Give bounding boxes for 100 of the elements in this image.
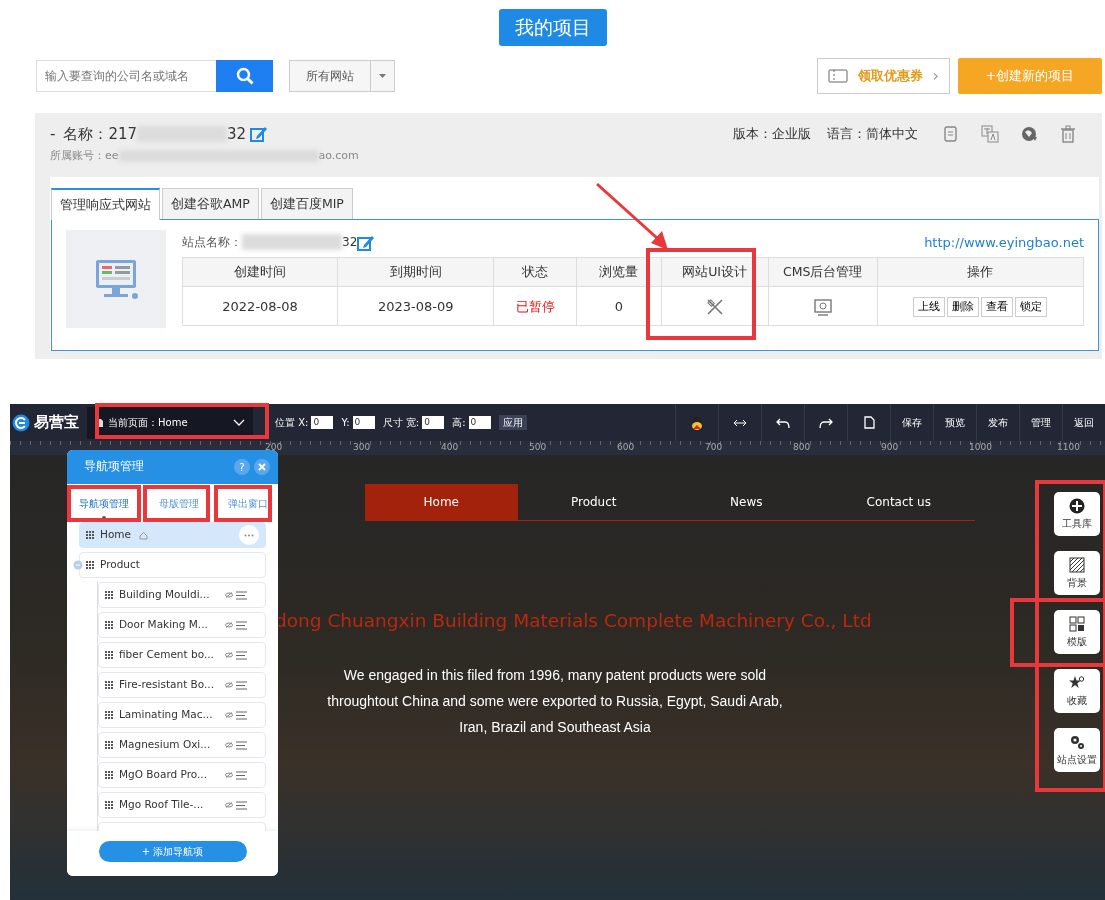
drag-handle-icon[interactable] xyxy=(105,621,113,629)
drag-handle-icon[interactable] xyxy=(105,801,113,809)
status-cell: 已暂停 xyxy=(493,286,577,326)
list-icon[interactable] xyxy=(236,680,247,690)
nav-tree-item[interactable]: Home xyxy=(79,522,266,548)
hidden-eye-icon[interactable] xyxy=(225,682,233,688)
nav-item[interactable]: Product xyxy=(517,484,670,520)
intro-paragraph: We engaged in this filed from 1996, many patent products were sold throughtout China and some were exported to Russia, Egypt, Saudi Arab, Iran, Brazil and Southeast Asia xyxy=(326,666,784,737)
page-title-button[interactable]: 我的项目 xyxy=(498,9,607,46)
drag-handle-icon[interactable] xyxy=(105,591,113,599)
drag-handle-icon[interactable] xyxy=(105,651,113,659)
hidden-eye-icon[interactable] xyxy=(225,622,233,628)
edit-icon[interactable] xyxy=(250,125,269,143)
hidden-eye-icon[interactable] xyxy=(225,742,233,748)
nav-tree-item[interactable]: Fire-resistant Bo... xyxy=(98,672,266,698)
list-icon[interactable] xyxy=(236,800,247,810)
nav-tree-item[interactable]: Mgo Roof Tile-... xyxy=(98,792,266,818)
home-icon xyxy=(139,530,148,540)
list-icon[interactable] xyxy=(236,620,247,630)
action-button[interactable]: 删除 xyxy=(947,296,980,317)
tab[interactable]: 创建百度MIP xyxy=(260,187,353,220)
file-icon[interactable] xyxy=(862,416,876,429)
nav-item-label: Building Mouldi... xyxy=(119,587,210,603)
nav-tree-item[interactable]: Door Making M... xyxy=(98,612,266,638)
hidden-eye-icon[interactable] xyxy=(225,712,233,718)
column-header: 操作 xyxy=(877,257,1084,287)
design-tool-icon[interactable] xyxy=(704,296,725,317)
trash-icon[interactable] xyxy=(1059,124,1077,143)
undo-icon[interactable] xyxy=(776,416,790,429)
nav-item[interactable]: Contact us xyxy=(822,484,975,520)
edit-icon[interactable] xyxy=(357,233,376,251)
hatch-icon xyxy=(1069,556,1085,573)
drag-handle-icon[interactable] xyxy=(105,711,113,719)
list-icon[interactable] xyxy=(236,590,247,600)
number-field[interactable]: 0 xyxy=(422,416,445,429)
action-button[interactable]: 上线 xyxy=(913,296,946,317)
site-url-link[interactable]: http://www.eyingbao.net xyxy=(924,232,1084,252)
nav-tree-item[interactable]: fiber Cement bo... xyxy=(98,642,266,668)
column-header: 浏览量 xyxy=(576,257,661,287)
site-name-label: 站点名称： xyxy=(182,234,242,252)
drag-handle-icon[interactable] xyxy=(86,561,94,569)
account-label: 所属账号：ee xyxy=(50,148,119,164)
list-icon[interactable] xyxy=(236,650,247,660)
tab[interactable]: 管理响应式网站 xyxy=(51,187,160,221)
collapse-toggle-icon[interactable] xyxy=(73,560,83,570)
tool-button[interactable]: 背景 xyxy=(1054,551,1100,595)
nav-item-label: Home xyxy=(100,527,131,543)
tool-button[interactable]: 模版 xyxy=(1054,610,1100,654)
annotation-arrow xyxy=(596,182,668,250)
admin-console-icon[interactable] xyxy=(812,296,833,317)
site-filter-dropdown[interactable]: 所有网站 xyxy=(289,59,395,92)
drag-handle-icon[interactable] xyxy=(105,771,113,779)
hidden-eye-icon[interactable] xyxy=(225,592,233,598)
nav-tree-item[interactable]: Building Mouldi... xyxy=(98,582,266,608)
apply-button[interactable]: 应用 xyxy=(498,415,527,430)
number-field[interactable]: 0 xyxy=(468,416,491,429)
tool-button[interactable]: 收藏 xyxy=(1054,669,1100,713)
search-button[interactable] xyxy=(216,59,273,92)
tool-button[interactable]: 站点设置 xyxy=(1054,728,1100,772)
drag-handle-icon[interactable] xyxy=(105,741,113,749)
close-button[interactable] xyxy=(254,459,270,475)
number-field[interactable]: 0 xyxy=(352,416,375,429)
ruler-label: 300 xyxy=(353,441,371,454)
nav-item-label: Magnesium Oxi... xyxy=(119,737,211,753)
nav-item[interactable]: Home xyxy=(365,484,518,520)
drag-handle-icon[interactable] xyxy=(105,681,113,689)
tab[interactable]: 创建谷歌AMP xyxy=(162,187,259,220)
field-label: 尺寸 宽: xyxy=(382,416,420,430)
list-icon[interactable] xyxy=(236,740,247,750)
action-button[interactable]: 查看 xyxy=(981,296,1014,317)
redo-icon[interactable] xyxy=(819,416,833,429)
tool-button[interactable]: 工具库 xyxy=(1054,492,1100,536)
penguin-icon[interactable] xyxy=(690,415,704,430)
drag-handle-icon[interactable] xyxy=(86,531,94,539)
number-field[interactable]: 0 xyxy=(311,416,334,429)
ruler-label: 1100 xyxy=(1057,441,1080,454)
chevron-down-icon xyxy=(233,419,245,426)
search-field[interactable]: 输入要查询的公司名或域名 xyxy=(36,59,216,92)
nav-tree-item[interactable]: Product xyxy=(79,552,266,578)
panel-tab[interactable]: 导航项管理 xyxy=(75,492,133,520)
ruler-label: 400 xyxy=(441,441,459,454)
hidden-eye-icon[interactable] xyxy=(225,772,233,778)
action-button[interactable]: 锁定 xyxy=(1015,296,1048,317)
account-suffix: ao.com xyxy=(318,148,359,164)
hidden-eye-icon[interactable] xyxy=(225,652,233,658)
collapse-toggle[interactable]: - xyxy=(50,122,56,145)
nav-tree-item[interactable]: Magnesium Oxi... xyxy=(98,732,266,758)
nav-tree-item[interactable]: MgO Board Pro... xyxy=(98,762,266,788)
resize-icon[interactable] xyxy=(733,417,747,428)
list-icon[interactable] xyxy=(236,710,247,720)
nav-item[interactable]: News xyxy=(670,484,823,520)
nav-item-label: fiber Cement bo... xyxy=(119,647,214,663)
hidden-eye-icon[interactable] xyxy=(225,802,233,808)
nav-item-label: Product xyxy=(100,557,140,573)
copy-icon[interactable] xyxy=(942,124,960,143)
column-header: 网站UI设计 xyxy=(661,257,769,287)
field-label: 高: xyxy=(452,416,466,430)
list-icon[interactable] xyxy=(236,770,247,780)
nav-tree-item[interactable]: Laminating Mac... xyxy=(98,702,266,728)
plus-icon xyxy=(1069,497,1085,514)
